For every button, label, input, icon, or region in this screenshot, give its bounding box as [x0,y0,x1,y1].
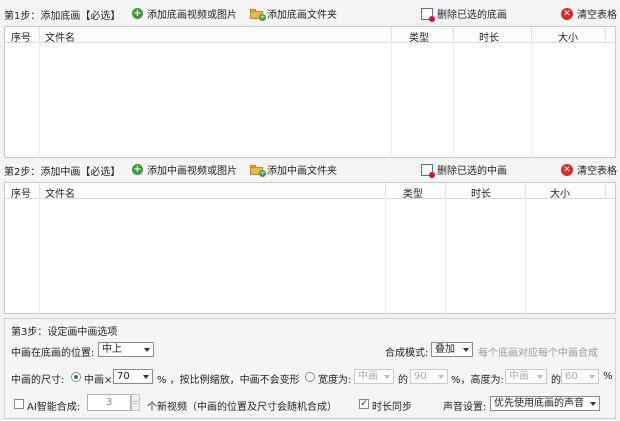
chevron-down-icon [537,375,543,379]
clear-table2-label: 清空表格 [577,166,617,177]
chevron-down-icon [463,348,469,352]
scale-select-value: 70 [117,371,130,382]
step3-options-panel: 第3步：设定画中画选项 中画在底画的位置: 中上 合成模式: 叠加 每个底画对应… [4,318,616,419]
step2-title: 第2步：添加中画【必选】 [4,167,121,178]
sync-label[interactable]: 时长同步 [372,398,412,413]
height-label: %，高度为: [451,375,504,386]
col-filename[interactable]: 文件名 [45,185,75,200]
chevron-down-icon [438,375,444,379]
mode-select-value: 叠加 [435,344,455,355]
width-percent-select[interactable]: 90 [410,369,448,384]
audio-select-value: 优先使用底画的声音 [494,398,584,409]
ai-count-input[interactable]: 3 [87,394,131,411]
step1-toolbar: 第1步：添加底画【必选】 + 添加底画视频或图片 + 添加底画文件夹 删除已选的… [0,2,620,24]
of-label-2: 的 [551,375,561,386]
add-base-media-button[interactable]: + 添加底画视频或图片 [132,6,237,21]
add-base-folder-label: 添加底画文件夹 [267,10,337,21]
add-overlay-folder-button[interactable]: + 添加中画文件夹 [250,162,337,177]
position-select[interactable]: 中上 [98,342,154,357]
col-duration[interactable]: 时长 [479,29,499,44]
clear-icon: ✕ [561,7,573,20]
overlay-file-table[interactable]: 序号 文件名 类型 时长 大小 [4,182,616,314]
chevron-down-icon [384,375,390,379]
col-size[interactable]: 大小 [558,29,578,44]
delete-selected-base-button[interactable]: 删除已选的底画 [421,6,507,22]
overlay-table-header: 序号 文件名 类型 时长 大小 [5,183,615,200]
size-label: 中画的尺寸: [11,375,65,386]
scale-radio-label[interactable]: 中画× [84,371,112,386]
percent-label: % [603,371,613,382]
position-select-value: 中上 [102,344,122,355]
delete-selected-overlay-button[interactable]: 删除已选的中画 [421,162,507,178]
sync-checkbox[interactable]: ✓ [359,399,369,409]
folder-add-icon: + [250,8,266,21]
scale-suffix: % ，按比例缩放，中画不会变形 [157,375,300,386]
add-icon: + [132,8,143,19]
base-table-header: 序号 文件名 类型 时长 大小 [5,27,615,44]
mode-label: 合成模式: [385,348,429,359]
width-radio-label[interactable]: 宽度为: [318,371,351,386]
col-index[interactable]: 序号 [11,29,31,44]
ai-checkbox[interactable] [14,399,24,409]
chevron-down-icon [144,348,150,352]
add-overlay-folder-label: 添加中画文件夹 [267,166,337,177]
delete-selected-overlay-label: 删除已选的中画 [437,166,507,177]
height-ref-value: 中画 [509,371,529,382]
folder-add-icon: + [250,164,266,177]
ai-count-value: 3 [105,397,113,408]
delete-icon [421,163,435,178]
height-percent-value: 60 [565,371,578,382]
col-index[interactable]: 序号 [11,185,31,200]
step1-title: 第1步：添加底画【必选】 [4,11,121,22]
chevron-down-icon [590,402,596,406]
add-base-media-label: 添加底画视频或图片 [147,10,237,21]
delete-icon [421,7,435,22]
spin-up-button[interactable] [131,394,140,402]
col-filename[interactable]: 文件名 [45,29,75,44]
step3-title: 第3步：设定画中画选项 [11,327,118,338]
mode-hint: 每个底画对应每个中画合成 [478,348,598,359]
position-label: 中画在底画的位置: [11,348,95,359]
clear-icon: ✕ [561,163,573,176]
col-size[interactable]: 大小 [550,185,570,200]
clear-table2-button[interactable]: ✕ 清空表格 [561,162,617,177]
height-ref-select[interactable]: 中画 [505,369,547,384]
add-base-folder-button[interactable]: + 添加底画文件夹 [250,6,337,21]
audio-label: 声音设置: [443,402,487,413]
base-file-table[interactable]: 序号 文件名 类型 时长 大小 [4,26,616,158]
height-percent-select[interactable]: 60 [561,369,599,384]
chevron-down-icon [589,375,595,379]
clear-table1-label: 清空表格 [577,10,617,21]
scale-radio[interactable] [71,372,81,382]
col-duration[interactable]: 时长 [471,185,491,200]
add-icon: + [132,164,143,175]
width-percent-value: 90 [414,371,427,382]
add-overlay-media-label: 添加中画视频或图片 [147,166,237,177]
clear-table1-button[interactable]: ✕ 清空表格 [561,6,617,21]
audio-select[interactable]: 优先使用底画的声音 [490,396,600,411]
width-radio[interactable] [305,372,315,382]
ai-label[interactable]: AI智能合成: [27,398,80,413]
mode-select[interactable]: 叠加 [431,342,473,357]
col-type[interactable]: 类型 [409,29,429,44]
step2-toolbar: 第2步：添加中画【必选】 + 添加中画视频或图片 + 添加中画文件夹 删除已选的… [0,158,620,180]
col-type[interactable]: 类型 [403,185,423,200]
chevron-down-icon [143,375,149,379]
add-overlay-media-button[interactable]: + 添加中画视频或图片 [132,162,237,177]
ai-hint: 个新视频（中画的位置及尺寸会随机合成） [147,402,337,413]
delete-selected-base-label: 删除已选的底画 [437,10,507,21]
spin-down-button[interactable] [131,403,140,411]
of-label-1: 的 [398,375,408,386]
width-ref-value: 中画 [358,371,378,382]
scale-select[interactable]: 70 [113,369,153,384]
width-ref-select[interactable]: 中画 [354,369,394,384]
